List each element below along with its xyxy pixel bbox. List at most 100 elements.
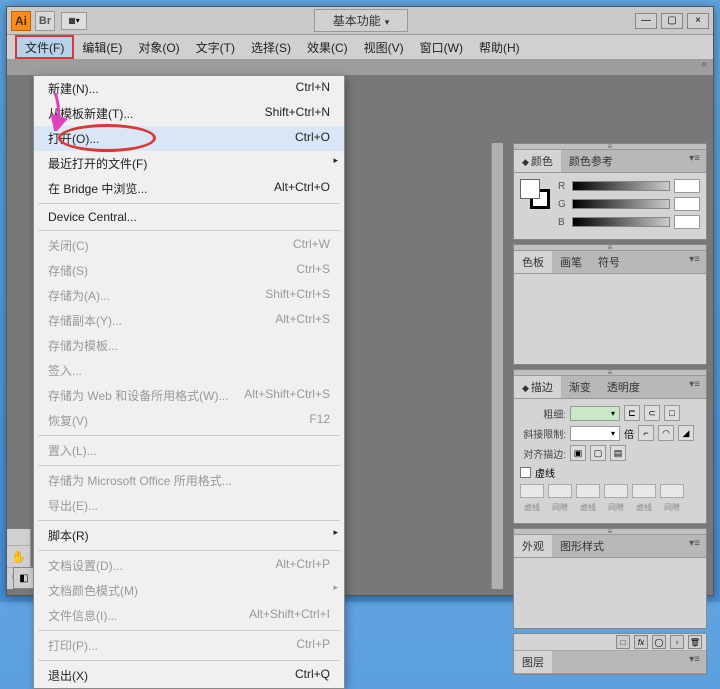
file-menu-item[interactable]: 从模板新建(T)...Shift+Ctrl+N — [34, 101, 344, 126]
close-button[interactable]: × — [687, 13, 709, 29]
slider-b[interactable] — [572, 217, 670, 227]
gap-input[interactable] — [660, 484, 684, 498]
menu-item-label: 置入(L)... — [48, 442, 97, 459]
slider-r[interactable] — [572, 181, 670, 191]
menu-help[interactable]: 帮助(H) — [471, 35, 528, 59]
join-miter-icon[interactable]: ⌐ — [638, 425, 654, 441]
cap-square-icon[interactable]: □ — [664, 405, 680, 421]
tab-color-guide[interactable]: 颜色参考 — [561, 150, 621, 172]
workspace-switcher[interactable]: 基本功能 — [314, 9, 409, 32]
tab-symbols[interactable]: 符号 — [590, 251, 628, 273]
menu-separator — [38, 435, 340, 436]
menu-item-label: 从模板新建(T)... — [48, 105, 133, 122]
file-menu-item[interactable]: 最近打开的文件(F) — [34, 151, 344, 176]
tab-appearance[interactable]: 外观 — [514, 535, 552, 557]
menu-separator — [38, 465, 340, 466]
trash-icon[interactable]: 🗑 — [688, 635, 702, 649]
tab-transparency[interactable]: 透明度 — [599, 376, 648, 398]
panel-menu-icon[interactable]: ▾≡ — [683, 535, 706, 557]
menu-separator — [38, 520, 340, 521]
appearance-icon[interactable]: □ — [616, 635, 630, 649]
fill-stroke-swatch[interactable] — [520, 179, 550, 209]
panel-menu-icon[interactable]: ▾≡ — [683, 150, 706, 172]
cap-round-icon[interactable]: ⊂ — [644, 405, 660, 421]
file-menu-item: 存储为模板... — [34, 333, 344, 358]
file-menu-item[interactable]: 在 Bridge 中浏览...Alt+Ctrl+O — [34, 176, 344, 201]
menu-item-label: 恢复(V) — [48, 412, 88, 429]
menu-item-label: 脚本(R) — [48, 527, 89, 544]
file-menu-item: 签入... — [34, 358, 344, 383]
clear-icon[interactable]: ◯ — [652, 635, 666, 649]
panel-menu-icon[interactable]: ▾≡ — [683, 376, 706, 398]
file-menu-item: 存储为 Microsoft Office 所用格式... — [34, 468, 344, 493]
tab-color[interactable]: 颜色 — [514, 150, 561, 172]
maximize-button[interactable]: ▢ — [661, 13, 683, 29]
file-menu-item[interactable]: 脚本(R) — [34, 523, 344, 548]
panel-menu-icon[interactable]: ▾≡ — [683, 651, 706, 673]
menu-file[interactable]: 文件(F) — [15, 35, 74, 59]
panel-dock: ≡ 颜色 颜色参考 ▾≡ R G B — [513, 143, 707, 589]
file-menu-item[interactable]: 退出(X)Ctrl+Q — [34, 663, 344, 688]
panel-menu-icon[interactable]: ▾≡ — [683, 251, 706, 273]
menu-item-label: 文件信息(I)... — [48, 607, 117, 624]
file-menu-item[interactable]: Device Central... — [34, 206, 344, 228]
join-bevel-icon[interactable]: ◢ — [678, 425, 694, 441]
file-menu-item[interactable]: 新建(N)...Ctrl+N — [34, 76, 344, 101]
gap-input[interactable] — [604, 484, 628, 498]
value-r[interactable] — [674, 179, 700, 193]
tab-brushes[interactable]: 画笔 — [552, 251, 590, 273]
menu-item-shortcut: Ctrl+O — [295, 130, 330, 147]
tool-hand[interactable]: ✋ — [7, 545, 30, 567]
align-center-icon[interactable]: ▣ — [570, 445, 586, 461]
bridge-icon[interactable]: Br — [35, 11, 55, 31]
tab-gradient[interactable]: 渐变 — [561, 376, 599, 398]
miter-unit: 倍 — [624, 426, 634, 441]
cap-butt-icon[interactable]: ⊏ — [624, 405, 640, 421]
menu-object[interactable]: 对象(O) — [130, 35, 187, 59]
tab-stroke[interactable]: 描边 — [514, 376, 561, 398]
align-stroke-label: 对齐描边: — [520, 446, 566, 461]
align-inside-icon[interactable]: ▢ — [590, 445, 606, 461]
menu-effect[interactable]: 效果(C) — [299, 35, 356, 59]
value-g[interactable] — [674, 197, 700, 211]
menu-item-label: 存储为(A)... — [48, 287, 110, 304]
value-b[interactable] — [674, 215, 700, 229]
menu-item-label: 存储为模板... — [48, 337, 118, 354]
stroke-weight-label: 粗细: — [520, 406, 566, 421]
slider-g[interactable] — [572, 199, 670, 209]
file-menu-item: 导出(E)... — [34, 493, 344, 518]
menu-item-shortcut: Shift+Ctrl+S — [265, 287, 330, 304]
gap-input[interactable] — [548, 484, 572, 498]
tab-graphic-styles[interactable]: 图形样式 — [552, 535, 612, 557]
menu-item-label: 存储为 Web 和设备所用格式(W)... — [48, 387, 228, 404]
minimize-button[interactable]: — — [635, 13, 657, 29]
tab-swatches[interactable]: 色板 — [514, 251, 552, 273]
color-mode-toggle[interactable]: ◧ — [13, 567, 35, 589]
align-outside-icon[interactable]: ▤ — [610, 445, 626, 461]
channel-r-label: R — [558, 181, 568, 192]
dashed-line-checkbox[interactable] — [520, 467, 531, 478]
dash-input[interactable] — [576, 484, 600, 498]
menu-view[interactable]: 视图(V) — [356, 35, 412, 59]
menu-window[interactable]: 窗口(W) — [412, 35, 471, 59]
file-menu-item: 恢复(V) F12 — [34, 408, 344, 433]
miter-limit-combo[interactable] — [570, 426, 620, 441]
dash-input[interactable] — [632, 484, 656, 498]
file-menu-item[interactable]: 打开(O)...Ctrl+O — [34, 126, 344, 151]
channel-g-label: G — [558, 199, 568, 210]
menu-select[interactable]: 选择(S) — [243, 35, 299, 59]
menu-item-shortcut: F12 — [309, 412, 330, 429]
join-round-icon[interactable]: ◠ — [658, 425, 674, 441]
fx-icon[interactable]: fx — [634, 635, 648, 649]
dash-input[interactable] — [520, 484, 544, 498]
panel-dock-edge[interactable] — [491, 143, 503, 589]
panel-collapse-icon[interactable]: « — [701, 59, 707, 75]
tab-layers[interactable]: 图层 — [514, 651, 552, 673]
menu-edit[interactable]: 编辑(E) — [74, 35, 130, 59]
new-icon[interactable]: ▫ — [670, 635, 684, 649]
app-icon-illustrator: Ai — [11, 11, 31, 31]
stroke-weight-combo[interactable] — [570, 406, 620, 421]
fill-swatch[interactable] — [520, 179, 540, 199]
layout-selector[interactable]: ▦▾ — [61, 12, 87, 30]
menu-type[interactable]: 文字(T) — [188, 35, 243, 59]
